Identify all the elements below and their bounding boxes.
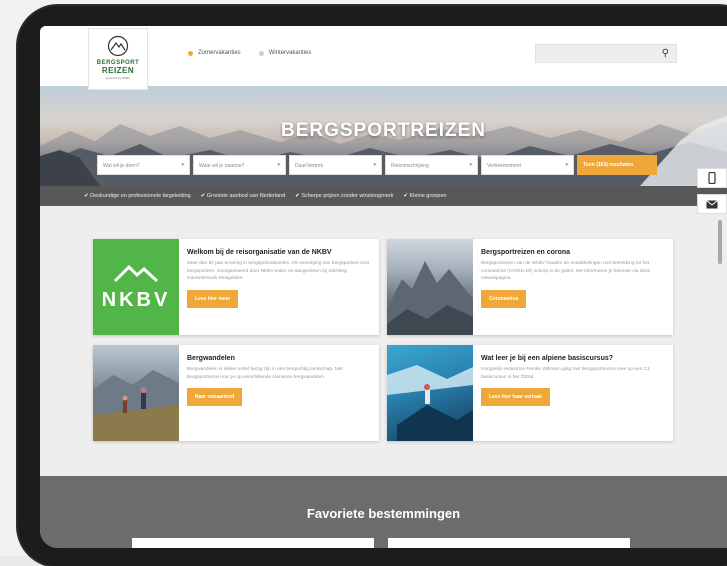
header: BERGSPORT REIZEN powered by NKBV Zomerva…: [40, 26, 727, 90]
search-icon[interactable]: ⚲: [662, 48, 669, 59]
favorites-title: Favoriete bestemmingen: [306, 506, 461, 521]
read-story-button[interactable]: Lees hier haar verhaal: [481, 388, 550, 407]
tab-label: Wintervakanties: [268, 50, 312, 56]
filter-duration[interactable]: Duur/Vertrek: [289, 155, 382, 175]
phone-icon: [708, 172, 716, 184]
logo-line2: REIZEN: [101, 66, 135, 75]
card-text: Hoogtelijn-redactrice Femke Wilmsen ging…: [481, 367, 650, 380]
card-text: Bergsportreizen van de NKBV houden de on…: [481, 261, 651, 282]
card-bergwandelen: Bergwandelen Bergwandelen is lekker acti…: [93, 345, 379, 441]
mail-icon: [706, 199, 718, 208]
nkbv-logo-text: NKBV: [101, 288, 171, 311]
hikers-photo: [93, 345, 179, 441]
show-results-button[interactable]: Toon (163) resultaten: [577, 155, 657, 175]
hero-title: BERGSPORTREIZEN: [280, 120, 487, 141]
tab-zomervakanties[interactable]: Zomervakanties: [188, 50, 241, 56]
mountain-logo-icon: [113, 264, 159, 282]
main-content: NKBV Welkom bij de reisorganisatie van d…: [40, 206, 727, 476]
browser-screen: BERGSPORT REIZEN powered by NKBV Zomerva…: [40, 26, 727, 548]
card-basiscursus: Wat leer je bij een alpiene basiscursus?…: [387, 345, 673, 441]
destination-card[interactable]: [388, 538, 630, 548]
read-more-button[interactable]: Lees hier meer: [187, 290, 239, 309]
card-title: Wat leer je bij een alpiene basiscursus?: [481, 355, 614, 362]
favorites-section: Favoriete bestemmingen: [40, 476, 727, 548]
usp-item: Deskundige en professionele begeleiding: [84, 193, 191, 199]
filter-destination[interactable]: Waar wil je naartoe?: [193, 155, 286, 175]
logo-tagline: powered by NKBV: [105, 76, 131, 80]
active-dot-icon: [188, 50, 193, 56]
usp-bar: Deskundige en professionele begeleiding …: [40, 186, 727, 206]
offers-button[interactable]: Naar reisaanbod: [187, 388, 243, 407]
mountain-compass-icon: [107, 35, 129, 57]
mountain-photo: [387, 239, 473, 335]
card-title: Bergsportreizen en corona: [481, 249, 571, 256]
card-text: Bergwandelen is lekker actief bezig zijn…: [187, 367, 343, 380]
card-text: Meer dan 90 jaar ervaring in bergsportva…: [187, 261, 370, 282]
tab-wintervakanties[interactable]: Wintervakanties: [258, 50, 312, 56]
search-input[interactable]: ⚲: [535, 44, 677, 63]
card-welcome: NKBV Welkom bij de reisorganisatie van d…: [93, 239, 379, 335]
nkbv-logo: NKBV: [93, 239, 179, 335]
mail-button[interactable]: [697, 194, 727, 214]
phone-button[interactable]: [697, 168, 727, 188]
destination-card[interactable]: [132, 538, 374, 548]
card-corona: Bergsportreizen en corona Bergsportreize…: [387, 239, 673, 335]
coronavirus-button[interactable]: Coronavirus: [481, 290, 527, 309]
inactive-dot-icon: [258, 50, 264, 56]
card-title: Welkom bij de reisorganisatie van de NKB…: [187, 249, 332, 256]
card-title: Bergwandelen: [187, 355, 235, 362]
search-filters: Wat wil je doen? Waar wil je naartoe? Du…: [97, 155, 657, 175]
usp-item: Grootste aanbod van Nederland: [201, 193, 285, 199]
site-logo[interactable]: BERGSPORT REIZEN powered by NKBV: [88, 28, 148, 90]
filter-description[interactable]: Reisomschrijving: [385, 155, 478, 175]
usp-item: Scherpe prijzen zonder winstoogmerk: [295, 193, 393, 199]
glacier-photo: [387, 345, 473, 441]
scrollbar[interactable]: [718, 220, 722, 264]
usp-item: Kleine groepen: [403, 193, 446, 199]
season-tabs: Zomervakanties Wintervakanties: [188, 50, 311, 56]
filter-departure[interactable]: Vertrekmoment: [481, 155, 574, 175]
filter-activity[interactable]: Wat wil je doen?: [97, 155, 190, 175]
tab-label: Zomervakanties: [198, 50, 241, 56]
device-frame: BERGSPORT REIZEN powered by NKBV Zomerva…: [0, 0, 727, 566]
